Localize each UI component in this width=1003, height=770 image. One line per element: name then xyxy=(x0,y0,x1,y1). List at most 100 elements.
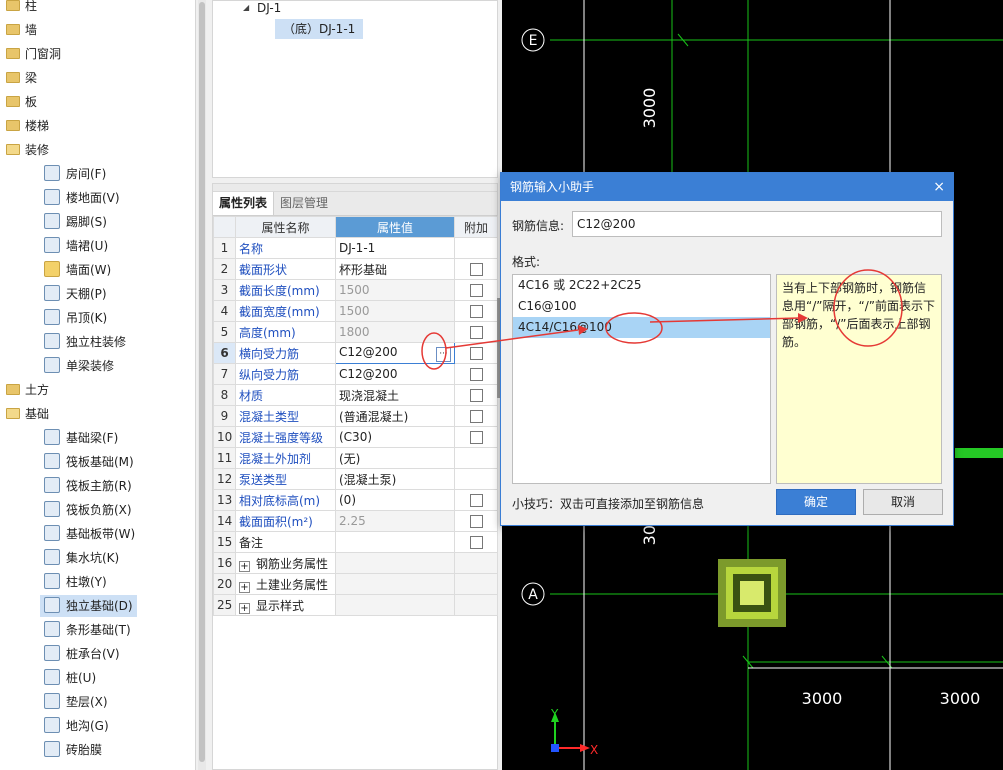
cancel-button[interactable]: 取消 xyxy=(863,489,943,515)
extra-checkbox[interactable] xyxy=(469,389,483,402)
table-row[interactable]: 3 截面长度(mm) 1500 xyxy=(213,279,498,301)
extra-checkbox[interactable] xyxy=(469,305,483,318)
prop-value[interactable]: 1800 xyxy=(335,321,455,343)
tree-item-raft-neg-rebar[interactable]: 筏板负筋(X) xyxy=(44,499,132,521)
more-button[interactable]: ··· xyxy=(436,346,451,362)
table-row[interactable]: 4 截面宽度(mm) 1500 xyxy=(213,300,498,322)
table-row[interactable]: 11 混凝土外加剂 (无) xyxy=(213,447,498,469)
prop-value[interactable]: (C30) xyxy=(335,426,455,448)
tree-cat-stair[interactable]: 楼梯 xyxy=(6,115,49,137)
tree-cat-column[interactable]: 柱 xyxy=(6,0,37,17)
table-row-group[interactable]: 25 + 显示样式 xyxy=(213,594,498,616)
extra-checkbox[interactable] xyxy=(469,326,483,339)
tree-item-brick-mold[interactable]: 砖胎膜 xyxy=(44,739,102,761)
tree-item-skirting[interactable]: 踢脚(S) xyxy=(44,211,107,233)
prop-value[interactable]: 1500 xyxy=(335,279,455,301)
expand-arrow-icon[interactable]: ◢ xyxy=(243,3,249,12)
extra-checkbox[interactable] xyxy=(469,284,483,297)
expand-plus-icon[interactable]: + xyxy=(239,560,250,572)
expand-plus-icon[interactable]: + xyxy=(239,581,250,593)
tree-item-sump[interactable]: 集水坑(K) xyxy=(44,547,119,569)
extra-checkbox[interactable] xyxy=(469,410,483,423)
tree-item-beam-decor[interactable]: 单梁装修 xyxy=(44,355,114,377)
table-row[interactable]: 1 名称 DJ-1-1 xyxy=(213,237,498,259)
ok-button[interactable]: 确定 xyxy=(776,489,856,515)
table-row[interactable]: 14 截面面积(m²) 2.25 xyxy=(213,510,498,532)
extra-checkbox[interactable] xyxy=(469,431,483,444)
prop-value[interactable]: 杯形基础 xyxy=(335,258,455,280)
tree-scrollbar-thumb[interactable] xyxy=(199,2,205,762)
component-type-tree[interactable]: 柱 墙 门窗洞 梁 板 楼梯 装修 房间(F) 楼地面(V) 踢脚(S) 墙裙(… xyxy=(0,0,196,770)
prop-value[interactable]: (0) xyxy=(335,489,455,511)
tree-item-raft[interactable]: 筏板基础(M) xyxy=(44,451,134,473)
table-row-selected[interactable]: 6 横向受力筋 C12@200 ··· xyxy=(213,342,498,364)
tree-cat-beam[interactable]: 梁 xyxy=(6,67,37,89)
format-item[interactable]: 4C16 或 2C22+2C25 xyxy=(513,275,770,296)
group-name-cell[interactable]: + 显示样式 xyxy=(235,594,336,616)
extra-checkbox[interactable] xyxy=(469,494,483,507)
tree-item-raft-main-rebar[interactable]: 筏板主筋(R) xyxy=(44,475,132,497)
table-row[interactable]: 15 备注 xyxy=(213,531,498,553)
dialog-title-bar[interactable]: 钢筋输入小助手 × xyxy=(501,173,953,201)
group-name-cell[interactable]: + 钢筋业务属性 xyxy=(235,552,336,574)
prop-value[interactable]: (普通混凝土) xyxy=(335,405,455,427)
tab-property-list[interactable]: 属性列表 xyxy=(213,192,275,215)
component-root[interactable]: DJ-1 xyxy=(257,1,281,15)
prop-value[interactable]: (无) xyxy=(335,447,455,469)
table-row[interactable]: 8 材质 现浇混凝土 xyxy=(213,384,498,406)
panel-splitter[interactable] xyxy=(213,184,497,192)
tree-item-cushion[interactable]: 垫层(X) xyxy=(44,691,108,713)
prop-value-editing[interactable]: C12@200 ··· xyxy=(335,342,455,364)
isolated-footing-symbol[interactable] xyxy=(718,559,786,627)
table-row[interactable]: 7 纵向受力筋 C12@200 xyxy=(213,363,498,385)
tree-item-wall-face[interactable]: 墙面(W) xyxy=(44,259,111,281)
tree-item-column-decor[interactable]: 独立柱装修 xyxy=(44,331,126,353)
tree-item-strip-footing[interactable]: 条形基础(T) xyxy=(44,619,131,641)
prop-value[interactable] xyxy=(335,531,455,553)
table-row[interactable]: 10 混凝土强度等级 (C30) xyxy=(213,426,498,448)
prop-value-text[interactable]: C12@200 xyxy=(339,345,398,359)
tree-scrollbar[interactable] xyxy=(198,0,206,770)
tree-item-suspended-ceiling[interactable]: 吊顶(K) xyxy=(44,307,107,329)
component-child-selected[interactable]: （底）DJ-1-1 xyxy=(275,19,364,39)
table-row[interactable]: 9 混凝土类型 (普通混凝土) xyxy=(213,405,498,427)
table-row-group[interactable]: 16 + 钢筋业务属性 xyxy=(213,552,498,574)
tree-item-trench[interactable]: 地沟(G) xyxy=(44,715,109,737)
tree-item-room[interactable]: 房间(F) xyxy=(44,163,106,185)
tree-cat-earthwork[interactable]: 土方 xyxy=(6,379,49,401)
tree-cat-foundation[interactable]: 基础 xyxy=(6,403,49,425)
group-name-cell[interactable]: + 土建业务属性 xyxy=(235,573,336,595)
close-icon[interactable]: × xyxy=(933,173,945,201)
tree-cat-opening[interactable]: 门窗洞 xyxy=(6,43,61,65)
component-list[interactable]: ◢ DJ-1 （底）DJ-1-1 xyxy=(212,0,498,178)
tree-item-floor[interactable]: 楼地面(V) xyxy=(44,187,120,209)
table-row[interactable]: 12 泵送类型 (混凝土泵) xyxy=(213,468,498,490)
prop-value[interactable]: C12@200 xyxy=(335,363,455,385)
extra-checkbox[interactable] xyxy=(469,515,483,528)
format-item-selected[interactable]: 4C14/C16@100 xyxy=(513,317,770,338)
table-row[interactable]: 2 截面形状 杯形基础 xyxy=(213,258,498,280)
tree-cat-slab[interactable]: 板 xyxy=(6,91,37,113)
tree-cat-decoration[interactable]: 装修 xyxy=(6,139,49,161)
tree-item-dado[interactable]: 墙裙(U) xyxy=(44,235,108,257)
prop-value[interactable]: 2.25 xyxy=(335,510,455,532)
tree-cat-wall[interactable]: 墙 xyxy=(6,19,37,41)
extra-checkbox[interactable] xyxy=(469,263,483,276)
extra-checkbox[interactable] xyxy=(469,347,483,360)
tree-item-slab-strip[interactable]: 基础板带(W) xyxy=(44,523,135,545)
table-row[interactable]: 13 相对底标高(m) (0) xyxy=(213,489,498,511)
prop-value[interactable]: 1500 xyxy=(335,300,455,322)
table-row[interactable]: 5 高度(mm) 1800 xyxy=(213,321,498,343)
tree-item-isolated-footing[interactable]: 独立基础(D) xyxy=(40,595,137,617)
format-list[interactable]: 4C16 或 2C22+2C25 C16@100 4C14/C16@100 xyxy=(512,274,771,484)
table-row-group[interactable]: 20 + 土建业务属性 xyxy=(213,573,498,595)
tree-item-pier[interactable]: 柱墩(Y) xyxy=(44,571,107,593)
tree-item-foundation-beam[interactable]: 基础梁(F) xyxy=(44,427,118,449)
extra-checkbox[interactable] xyxy=(469,368,483,381)
tree-item-ceiling[interactable]: 天棚(P) xyxy=(44,283,107,305)
tab-layer-management[interactable]: 图层管理 xyxy=(274,192,334,215)
prop-value[interactable]: 现浇混凝土 xyxy=(335,384,455,406)
extra-checkbox[interactable] xyxy=(469,536,483,549)
tree-item-pile[interactable]: 桩(U) xyxy=(44,667,96,689)
prop-value[interactable]: DJ-1-1 xyxy=(335,237,455,259)
